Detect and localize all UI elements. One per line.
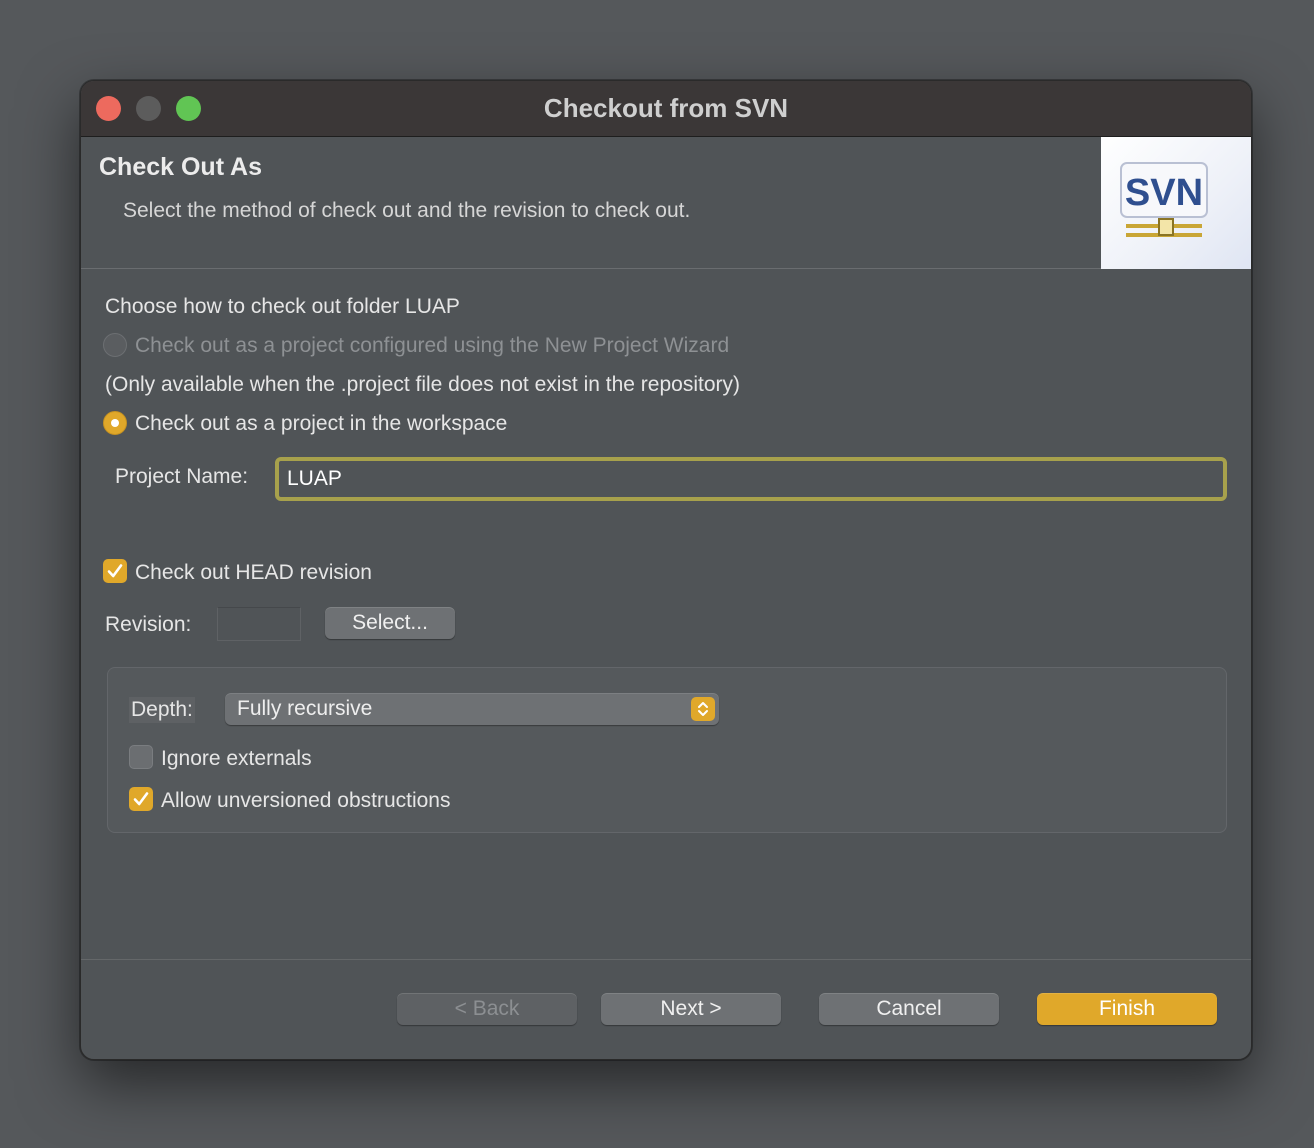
head-revision-label[interactable]: Check out HEAD revision [135,561,372,585]
checkmark-icon [107,564,123,578]
wizard-option-label: Check out as a project configured using … [135,334,730,357]
ignore-externals-checkbox[interactable] [129,745,153,769]
checkout-dialog: Checkout from SVN Check Out As Select th… [80,80,1252,1060]
revision-label: Revision: [105,613,192,636]
checkmark-icon [133,792,149,806]
select-revision-button[interactable]: Select... [325,607,455,639]
workspace-radio[interactable] [103,411,127,435]
choose-label: Choose how to check out folder LUAP [105,295,460,318]
footer-divider [81,959,1251,960]
wizard-availability-note: (Only available when the .project file d… [105,373,740,396]
back-button: < Back [397,993,577,1025]
wizard-header: Check Out As Select the method of check … [81,137,1251,269]
cancel-button[interactable]: Cancel [819,993,999,1025]
up-down-chevron-icon [691,697,715,721]
window-title: Checkout from SVN [543,93,789,123]
depth-label: Depth: [129,697,195,723]
svn-logo-icon: SVN [1101,137,1251,269]
depth-select[interactable]: Fully recursive [225,693,719,725]
finish-button[interactable]: Finish [1037,993,1217,1025]
project-name-input[interactable] [275,457,1227,501]
svn-logo-text: SVN [1125,172,1203,214]
ignore-externals-label[interactable]: Ignore externals [161,747,312,771]
project-name-label: Project Name: [115,465,249,488]
title-bar[interactable]: Checkout from SVN [81,81,1251,137]
page-description: Select the method of check out and the r… [123,199,691,222]
page-title: Check Out As [99,153,263,181]
wizard-radio [103,333,127,357]
next-button[interactable]: Next > [601,993,781,1025]
depth-select-value: Fully recursive [237,697,373,720]
workspace-option-label[interactable]: Check out as a project in the workspace [135,412,507,436]
allow-unversioned-label[interactable]: Allow unversioned obstructions [161,789,451,813]
revision-input[interactable] [217,607,301,641]
allow-unversioned-checkbox[interactable] [129,787,153,811]
head-revision-checkbox[interactable] [103,559,127,583]
